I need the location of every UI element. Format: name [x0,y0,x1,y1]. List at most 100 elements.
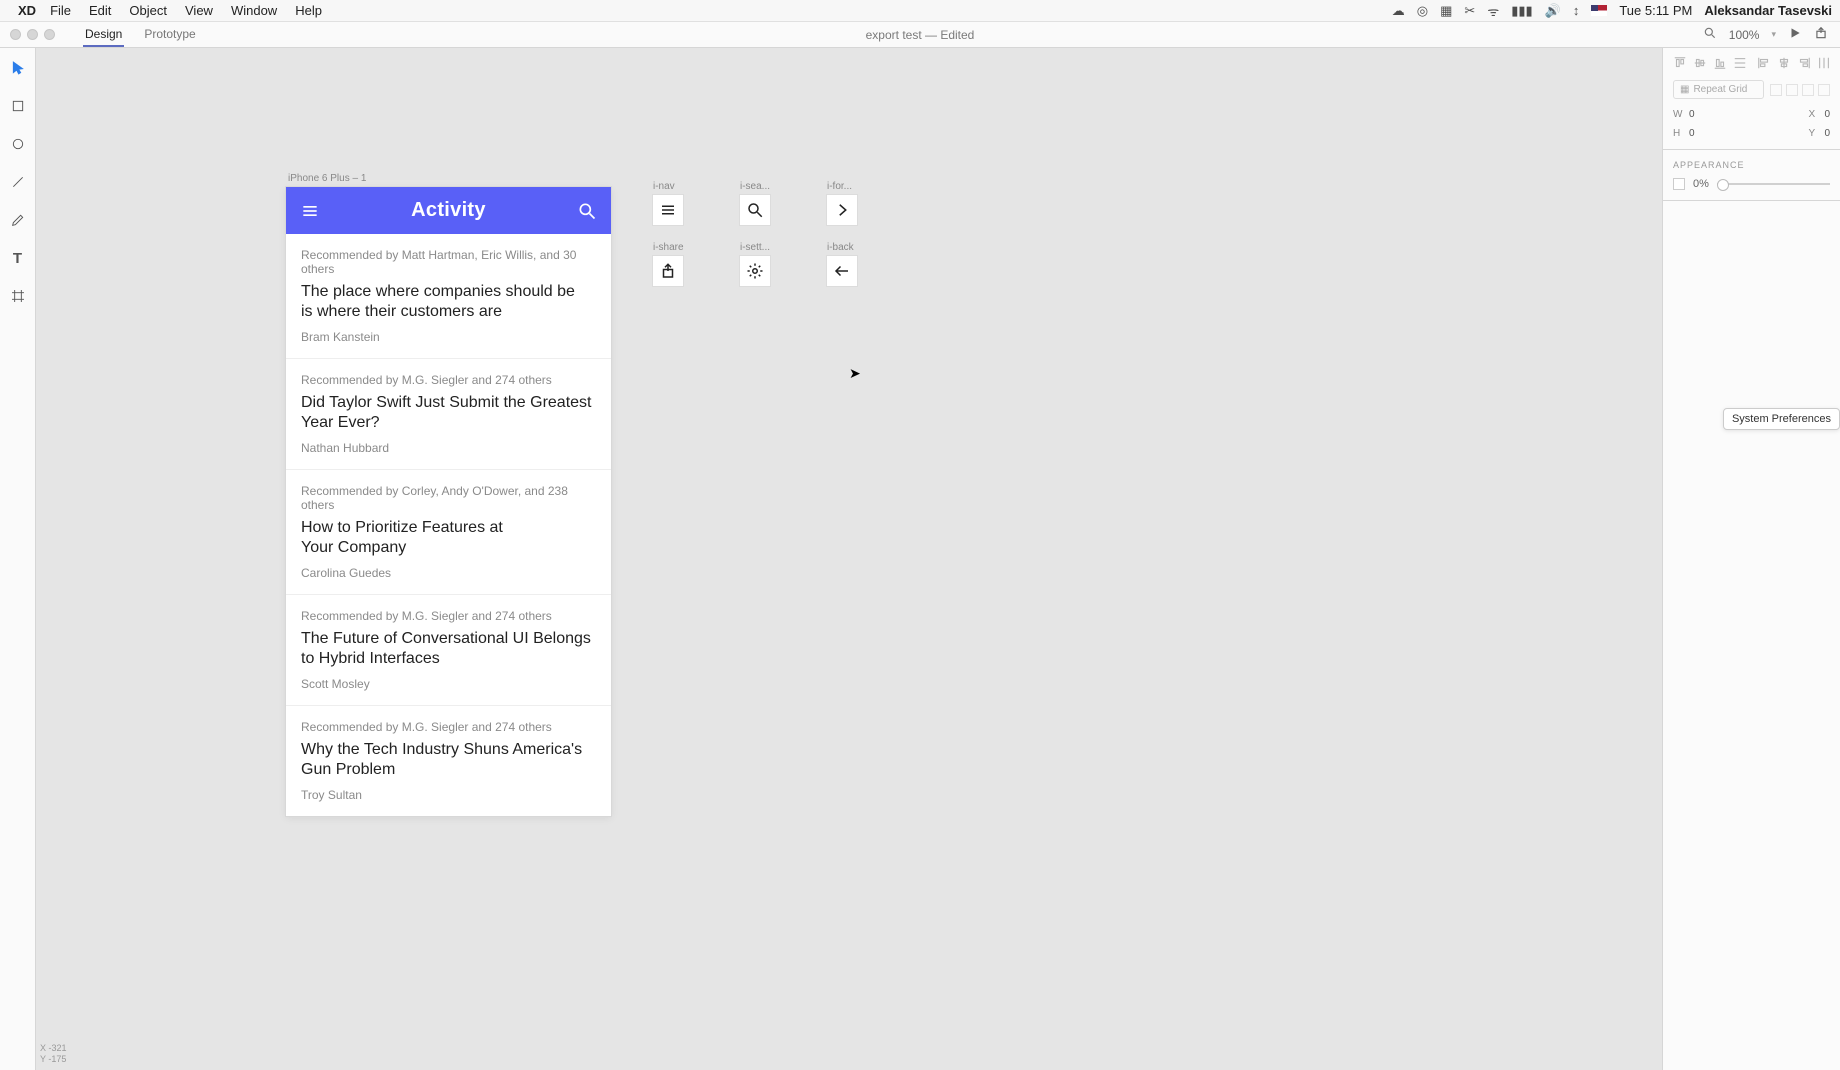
zoom-window-icon[interactable] [44,29,55,40]
wifi-icon[interactable]: ᯤ [1487,2,1499,20]
search-icon[interactable] [1703,26,1717,43]
path-subtract-icon[interactable] [1786,84,1798,96]
mini-art-back[interactable] [827,256,857,286]
menu-object[interactable]: Object [129,3,167,18]
align-bottom-icon[interactable] [1713,56,1727,70]
mini-art-nav[interactable] [653,195,683,225]
menu-view[interactable]: View [185,3,213,18]
height-value[interactable]: 0 [1689,128,1695,139]
artboard-header-title: Activity [411,199,486,222]
artboard-label[interactable]: iPhone 6 Plus – 1 [288,173,366,184]
feed-author: Scott Mosley [301,677,596,691]
mac-menubar: XD File Edit Object View Window Help ☁︎ … [0,0,1840,22]
feed-item[interactable]: Recommended by M.G. Siegler and 274 othe… [286,359,611,470]
input-flag-icon[interactable] [1591,5,1607,16]
mini-art-label-search[interactable]: i-sea... [740,181,770,192]
artboard-iphone[interactable]: Activity Recommended by Matt Hartman, Er… [286,187,611,816]
opacity-value[interactable]: 0% [1693,178,1709,190]
tool-ellipse[interactable] [8,134,28,154]
feed-reco: Recommended by Corley, Andy O'Dower, and… [301,484,596,512]
appearance-heading: APPEARANCE [1673,160,1830,170]
zoom-level[interactable]: 100% [1729,28,1760,42]
x-value[interactable]: 0 [1824,109,1830,120]
mini-art-share[interactable] [653,256,683,286]
inspector-panel: ▦ Repeat Grid W0 X0 H0 Y0 APPEARANCE 0% [1662,48,1840,1070]
opacity-slider[interactable] [1717,183,1830,185]
feed-item[interactable]: Recommended by Corley, Andy O'Dower, and… [286,470,611,595]
close-window-icon[interactable] [10,29,21,40]
feed-headline: The Future of Conversational UI Belongs … [301,629,596,669]
mini-art-forward[interactable] [827,195,857,225]
system-preferences-tooltip[interactable]: System Preferences [1723,408,1840,430]
tool-rectangle[interactable] [8,96,28,116]
height-label: H [1673,128,1683,139]
mini-art-search[interactable] [740,195,770,225]
feed-item[interactable]: Recommended by Matt Hartman, Eric Willis… [286,234,611,359]
zoom-chevron-icon[interactable]: ▾ [1771,29,1776,40]
tab-prototype[interactable]: Prototype [142,23,197,47]
hamburger-icon[interactable] [300,201,320,221]
mini-art-label-nav[interactable]: i-nav [653,181,675,192]
tool-pen[interactable] [8,210,28,230]
minimize-window-icon[interactable] [27,29,38,40]
tool-text[interactable]: T [8,248,28,268]
distribute-v-icon[interactable] [1733,56,1747,70]
feed-headline: Did Taylor Swift Just Submit the Greates… [301,393,596,433]
app-titlebar: Design Prototype export test — Edited 10… [0,22,1840,48]
cloud-icon[interactable]: ☁︎ [1392,3,1405,19]
align-right-icon[interactable] [1797,56,1811,70]
align-left-icon[interactable] [1757,56,1771,70]
align-vcenter-icon[interactable] [1693,56,1707,70]
clipboard-icon[interactable]: ✂︎ [1464,3,1475,19]
mini-art-label-settings[interactable]: i-sett... [740,242,770,253]
width-value[interactable]: 0 [1689,109,1695,120]
x-label: X [1808,109,1818,120]
feed-item[interactable]: Recommended by M.G. Siegler and 274 othe… [286,706,611,816]
y-label: Y [1808,128,1818,139]
mini-art-settings[interactable] [740,256,770,286]
distribute-h-icon[interactable] [1817,56,1831,70]
menubar-app-icon[interactable]: ▦ [1440,3,1452,19]
feed-headline: The place where companies should be is w… [301,282,596,322]
feed-reco: Recommended by M.G. Siegler and 274 othe… [301,720,596,734]
canvas[interactable]: iPhone 6 Plus – 1 Activity Recommended b… [36,48,1662,1070]
preview-icon[interactable] [1788,26,1802,43]
align-top-icon[interactable] [1673,56,1687,70]
mini-art-label-back[interactable]: i-back [827,242,854,253]
share-icon[interactable] [1814,26,1828,43]
feed-item[interactable]: Recommended by M.G. Siegler and 274 othe… [286,595,611,706]
sync-icon[interactable]: ↕︎ [1573,3,1580,18]
search-icon[interactable] [577,201,597,221]
battery-icon[interactable]: ▮▮▮ [1511,3,1532,19]
menu-window[interactable]: Window [231,3,277,18]
menubar-user[interactable]: Aleksandar Tasevski [1704,3,1832,18]
menu-edit[interactable]: Edit [89,3,111,18]
opacity-swatch-icon[interactable] [1673,178,1685,190]
path-intersect-icon[interactable] [1802,84,1814,96]
feed-author: Bram Kanstein [301,330,596,344]
tool-artboard[interactable] [8,286,28,306]
feed-author: Nathan Hubbard [301,441,596,455]
feed-headline: Why the Tech Industry Shuns America's Gu… [301,740,596,780]
cc-icon[interactable]: ◎ [1417,3,1428,19]
tab-design[interactable]: Design [83,23,124,47]
app-menu[interactable]: XD [18,3,36,18]
menu-help[interactable]: Help [295,3,322,18]
tool-line[interactable] [8,172,28,192]
mini-art-label-share[interactable]: i-share [653,242,684,253]
repeat-grid-button[interactable]: ▦ Repeat Grid [1673,80,1764,99]
cursor-pointer-icon: ➤ [849,365,861,382]
artboard-header[interactable]: Activity [286,187,611,234]
path-exclude-icon[interactable] [1818,84,1830,96]
mini-art-label-forward[interactable]: i-for... [827,181,852,192]
tool-select[interactable] [8,58,28,78]
path-add-icon[interactable] [1770,84,1782,96]
align-hcenter-icon[interactable] [1777,56,1791,70]
menu-file[interactable]: File [50,3,71,18]
window-traffic-lights[interactable] [0,29,65,40]
y-value[interactable]: 0 [1824,128,1830,139]
volume-icon[interactable]: 🔊 [1545,3,1561,19]
canvas-coordinates: X -321 Y -175 [40,1043,67,1066]
menubar-clock[interactable]: Tue 5:11 PM [1619,3,1692,18]
repeat-grid-icon: ▦ [1680,84,1689,95]
